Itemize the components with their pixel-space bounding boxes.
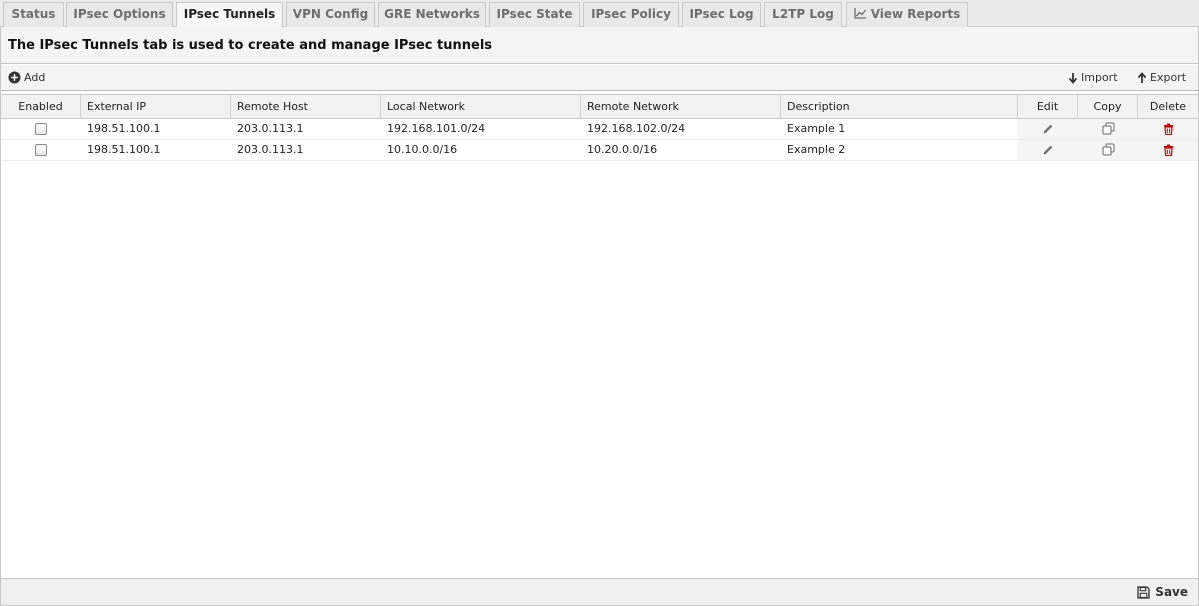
floppy-disk-icon bbox=[1137, 586, 1150, 599]
tab-ipsec-log[interactable]: IPsec Log bbox=[682, 2, 761, 27]
enabled-checkbox[interactable] bbox=[35, 123, 47, 135]
toolbar: Add Import Export bbox=[1, 65, 1198, 91]
page-title: The IPsec Tunnels tab is used to create … bbox=[8, 38, 493, 53]
tab-l2tp-log[interactable]: L2TP Log bbox=[764, 2, 842, 27]
save-label: Save bbox=[1155, 585, 1188, 599]
enabled-cell bbox=[1, 119, 81, 139]
pencil-icon[interactable] bbox=[1042, 143, 1054, 160]
edit-cell bbox=[1018, 119, 1078, 139]
enabled-checkbox[interactable] bbox=[35, 144, 47, 156]
tab-vpn-config[interactable]: VPN Config bbox=[286, 2, 375, 27]
save-button[interactable]: Save bbox=[1137, 584, 1188, 600]
delete-cell bbox=[1138, 140, 1198, 160]
header-remote-host[interactable]: Remote Host bbox=[231, 95, 381, 118]
header-edit: Edit bbox=[1018, 95, 1078, 118]
enabled-cell bbox=[1, 140, 81, 160]
arrow-up-icon bbox=[1137, 72, 1147, 83]
trash-icon[interactable] bbox=[1163, 143, 1174, 160]
header-delete: Delete bbox=[1149, 100, 1187, 113]
tab-bar: Status IPsec Options IPsec Tunnels VPN C… bbox=[0, 0, 1199, 28]
local-network-cell: 192.168.101.0/24 bbox=[387, 122, 486, 135]
remote-network-cell: 10.20.0.0/16 bbox=[587, 143, 658, 156]
add-label: Add bbox=[24, 71, 46, 84]
ipsec-tunnels-panel: The IPsec Tunnels tab is used to create … bbox=[0, 27, 1199, 606]
description-cell: Example 1 bbox=[787, 122, 846, 135]
copy-cell bbox=[1078, 119, 1138, 139]
tab-gre-networks[interactable]: GRE Networks bbox=[378, 2, 486, 27]
table-row: 198.51.100.1 203.0.113.1 10.10.0.0/16 10… bbox=[1, 140, 1198, 161]
header-remote-network[interactable]: Remote Network bbox=[581, 95, 781, 118]
delete-cell bbox=[1138, 119, 1198, 139]
header-description[interactable]: Description bbox=[781, 95, 1018, 118]
tab-ipsec-tunnels[interactable]: IPsec Tunnels bbox=[176, 2, 283, 28]
trash-icon[interactable] bbox=[1163, 122, 1174, 139]
edit-cell bbox=[1018, 140, 1078, 160]
header-external-ip[interactable]: External IP bbox=[81, 95, 231, 118]
import-label: Import bbox=[1081, 71, 1118, 84]
tab-ipsec-state[interactable]: IPsec State bbox=[489, 2, 580, 27]
import-button[interactable]: Import bbox=[1068, 70, 1118, 86]
copy-icon[interactable] bbox=[1102, 143, 1115, 160]
remote-host-cell: 203.0.113.1 bbox=[237, 122, 304, 135]
add-button[interactable]: Add bbox=[8, 70, 45, 86]
export-label: Export bbox=[1150, 71, 1187, 84]
panel-heading: The IPsec Tunnels tab is used to create … bbox=[1, 27, 1198, 64]
copy-icon[interactable] bbox=[1102, 122, 1115, 139]
remote-network-cell: 192.168.102.0/24 bbox=[587, 122, 686, 135]
external-ip-cell: 198.51.100.1 bbox=[87, 143, 161, 156]
chart-line-icon bbox=[854, 4, 867, 26]
table-header-row: Enabled External IP Remote Host Local Ne… bbox=[1, 94, 1198, 119]
panel-footer: Save bbox=[1, 578, 1198, 605]
export-button[interactable]: Export bbox=[1137, 70, 1186, 86]
plus-circle-icon bbox=[8, 71, 21, 84]
tab-view-reports[interactable]: View Reports bbox=[846, 2, 968, 27]
arrow-down-icon bbox=[1068, 73, 1078, 84]
description-cell: Example 2 bbox=[787, 143, 846, 156]
header-copy: Copy bbox=[1078, 95, 1138, 118]
tab-ipsec-options[interactable]: IPsec Options bbox=[66, 2, 173, 27]
copy-cell bbox=[1078, 140, 1138, 160]
local-network-cell: 10.10.0.0/16 bbox=[387, 143, 458, 156]
tab-status[interactable]: Status bbox=[3, 2, 64, 27]
header-enabled[interactable]: Enabled bbox=[1, 95, 81, 118]
tab-view-reports-label: View Reports bbox=[870, 7, 961, 21]
pencil-icon[interactable] bbox=[1042, 122, 1054, 139]
tab-ipsec-policy[interactable]: IPsec Policy bbox=[583, 2, 679, 27]
external-ip-cell: 198.51.100.1 bbox=[87, 122, 161, 135]
remote-host-cell: 203.0.113.1 bbox=[237, 143, 304, 156]
header-local-network[interactable]: Local Network bbox=[381, 95, 581, 118]
table-row: 198.51.100.1 203.0.113.1 192.168.101.0/2… bbox=[1, 119, 1198, 140]
